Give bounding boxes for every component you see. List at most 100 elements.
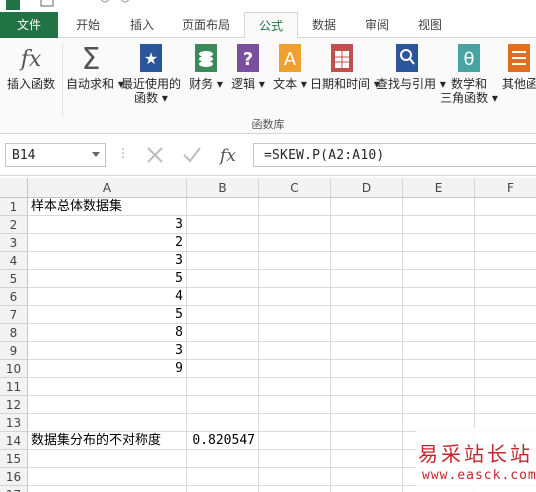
name-box-dropdown-icon[interactable]	[92, 152, 100, 157]
cell-c1[interactable]	[259, 198, 331, 216]
cell-b13[interactable]	[187, 414, 259, 432]
cell-f6[interactable]	[475, 288, 536, 306]
cell-b17[interactable]	[187, 486, 259, 492]
cell-e6[interactable]	[403, 288, 475, 306]
cell-e7[interactable]	[403, 306, 475, 324]
select-all-corner[interactable]	[0, 178, 28, 198]
cell-e9[interactable]	[403, 342, 475, 360]
cell-a12[interactable]	[28, 396, 187, 414]
cell-d14[interactable]	[331, 432, 403, 450]
column-header-a[interactable]: A	[28, 178, 187, 198]
column-header-b[interactable]: B	[187, 178, 259, 198]
cell-d9[interactable]	[331, 342, 403, 360]
row-header-1[interactable]: 1	[0, 198, 28, 216]
cell-d10[interactable]	[331, 360, 403, 378]
cell-c6[interactable]	[259, 288, 331, 306]
row-header-8[interactable]: 8	[0, 324, 28, 342]
tab-review[interactable]: 审阅	[352, 12, 402, 38]
row-header-9[interactable]: 9	[0, 342, 28, 360]
cell-a17[interactable]	[28, 486, 187, 492]
cell-d6[interactable]	[331, 288, 403, 306]
cell-f9[interactable]	[475, 342, 536, 360]
cell-e12[interactable]	[403, 396, 475, 414]
cell-d2[interactable]	[331, 216, 403, 234]
cell-b15[interactable]	[187, 450, 259, 468]
tab-file[interactable]: 文件	[0, 12, 58, 38]
cell-d16[interactable]	[331, 468, 403, 486]
cell-e5[interactable]	[403, 270, 475, 288]
enter-check-icon[interactable]	[180, 143, 204, 167]
row-header-7[interactable]: 7	[0, 306, 28, 324]
tab-data[interactable]: 数据	[300, 12, 348, 38]
row-header-10[interactable]: 10	[0, 360, 28, 378]
cell-d17[interactable]	[331, 486, 403, 492]
tab-home[interactable]: 开始	[62, 12, 114, 38]
tab-formulas[interactable]: 公式	[244, 12, 298, 39]
cell-b2[interactable]	[187, 216, 259, 234]
recently-used-button[interactable]: ★ 最近使用的 函数 ▾	[118, 42, 184, 105]
cell-d1[interactable]	[331, 198, 403, 216]
column-header-d[interactable]: D	[331, 178, 403, 198]
cell-a7[interactable]: 5	[28, 306, 187, 324]
cell-e11[interactable]	[403, 378, 475, 396]
cell-a8[interactable]: 8	[28, 324, 187, 342]
row-header-13[interactable]: 13	[0, 414, 28, 432]
cell-c15[interactable]	[259, 450, 331, 468]
cell-d15[interactable]	[331, 450, 403, 468]
cell-b6[interactable]	[187, 288, 259, 306]
cancel-icon[interactable]	[143, 143, 167, 167]
column-header-c[interactable]: C	[259, 178, 331, 198]
cell-e1[interactable]	[403, 198, 475, 216]
logical-button[interactable]: ? 逻辑 ▾	[230, 42, 266, 91]
more-functions-button[interactable]: 其他函	[502, 42, 536, 91]
row-header-11[interactable]: 11	[0, 378, 28, 396]
cell-c9[interactable]	[259, 342, 331, 360]
cell-c4[interactable]	[259, 252, 331, 270]
cell-c10[interactable]	[259, 360, 331, 378]
save-icon[interactable]	[40, 0, 54, 10]
cell-b3[interactable]	[187, 234, 259, 252]
cell-c14[interactable]	[259, 432, 331, 450]
cell-b11[interactable]	[187, 378, 259, 396]
cell-c7[interactable]	[259, 306, 331, 324]
cell-c5[interactable]	[259, 270, 331, 288]
cell-b10[interactable]	[187, 360, 259, 378]
cell-e3[interactable]	[403, 234, 475, 252]
cell-c11[interactable]	[259, 378, 331, 396]
cell-f11[interactable]	[475, 378, 536, 396]
cell-f5[interactable]	[475, 270, 536, 288]
redo-icon[interactable]	[118, 0, 132, 10]
cell-a6[interactable]: 4	[28, 288, 187, 306]
row-header-16[interactable]: 16	[0, 468, 28, 486]
undo-icon[interactable]	[98, 0, 112, 10]
date-time-button[interactable]: 日期和时间 ▾	[310, 42, 380, 91]
row-header-3[interactable]: 3	[0, 234, 28, 252]
cell-c12[interactable]	[259, 396, 331, 414]
cell-b9[interactable]	[187, 342, 259, 360]
formula-input[interactable]: =SKEW.P(A2:A10)	[253, 143, 536, 167]
row-header-14[interactable]: 14	[0, 432, 28, 450]
cell-a14[interactable]: 数据集分布的不对称度	[28, 432, 187, 450]
column-header-e[interactable]: E	[403, 178, 475, 198]
cell-f10[interactable]	[475, 360, 536, 378]
cell-a10[interactable]: 9	[28, 360, 187, 378]
lookup-reference-button[interactable]: 查找与引用 ▾	[376, 42, 446, 91]
insert-function-button[interactable]: fx 插入函数	[4, 42, 58, 91]
cell-a1[interactable]: 样本总体数据集	[28, 198, 187, 216]
cell-d7[interactable]	[331, 306, 403, 324]
financial-button[interactable]: 财务 ▾	[188, 42, 224, 91]
cell-b4[interactable]	[187, 252, 259, 270]
row-header-17[interactable]: 17	[0, 486, 28, 492]
cell-b16[interactable]	[187, 468, 259, 486]
tab-view[interactable]: 视图	[404, 12, 456, 38]
row-header-12[interactable]: 12	[0, 396, 28, 414]
cell-c13[interactable]	[259, 414, 331, 432]
cell-d8[interactable]	[331, 324, 403, 342]
cell-a15[interactable]	[28, 450, 187, 468]
cell-b7[interactable]	[187, 306, 259, 324]
cell-e10[interactable]	[403, 360, 475, 378]
cell-e4[interactable]	[403, 252, 475, 270]
cell-c8[interactable]	[259, 324, 331, 342]
cell-d13[interactable]	[331, 414, 403, 432]
cell-c17[interactable]	[259, 486, 331, 492]
